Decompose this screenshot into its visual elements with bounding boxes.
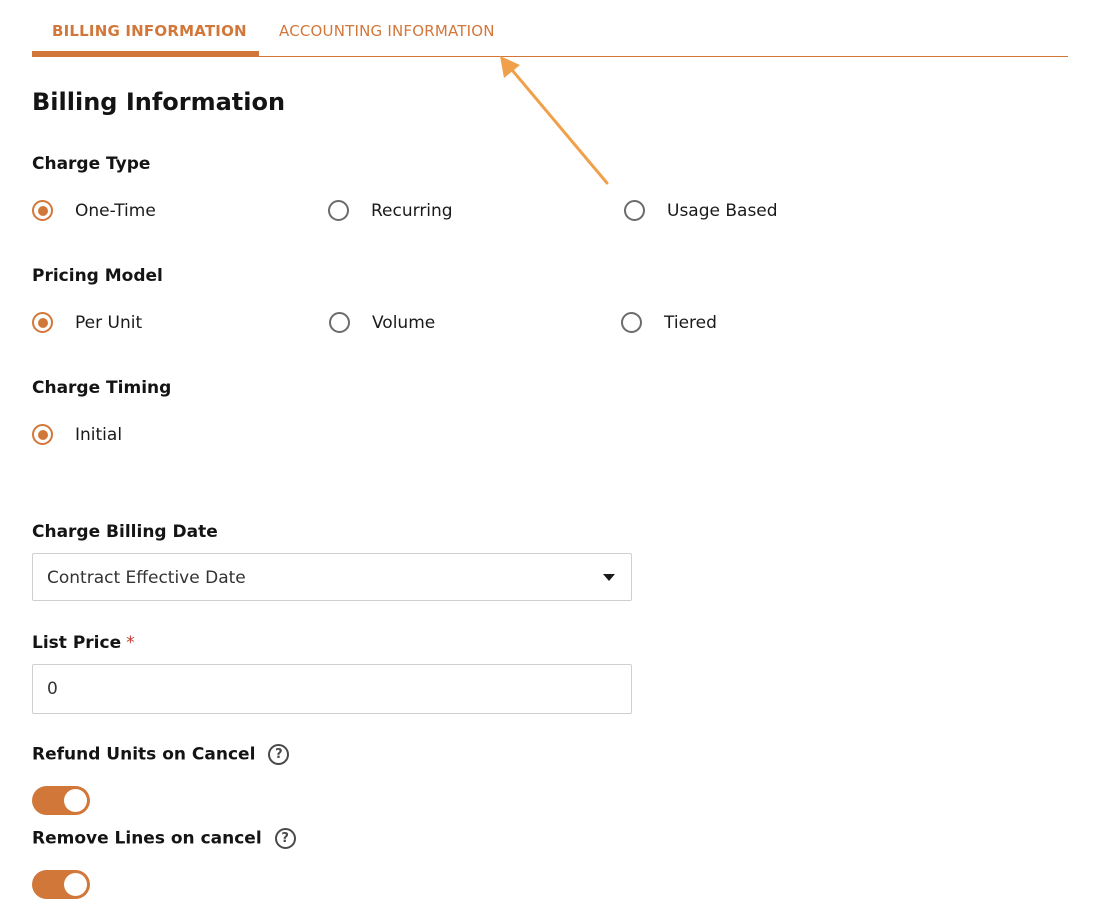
radio-one-time[interactable]: One-Time <box>32 200 156 221</box>
radio-per-unit[interactable]: Per Unit <box>32 312 142 333</box>
radio-usage-based[interactable]: Usage Based <box>624 200 778 221</box>
radio-unselected-icon <box>328 200 349 221</box>
charge-timing-label: Charge Timing <box>32 378 172 398</box>
radio-unselected-icon <box>624 200 645 221</box>
tab-bar: BILLING INFORMATION ACCOUNTING INFORMATI… <box>32 0 1068 57</box>
remove-lines-toggle[interactable] <box>32 870 90 899</box>
radio-selected-icon <box>32 312 53 333</box>
charge-billing-date-label: Charge Billing Date <box>32 522 218 542</box>
radio-label: One-Time <box>75 200 156 221</box>
radio-initial[interactable]: Initial <box>32 424 122 445</box>
radio-volume[interactable]: Volume <box>329 312 435 333</box>
annotation-arrow-icon <box>500 56 609 185</box>
help-icon[interactable]: ? <box>268 744 290 765</box>
list-price-label: List Price * <box>32 633 135 653</box>
radio-unselected-icon <box>329 312 350 333</box>
tab-accounting-information[interactable]: ACCOUNTING INFORMATION <box>279 22 495 40</box>
caret-down-icon <box>603 574 615 581</box>
radio-tiered[interactable]: Tiered <box>621 312 717 333</box>
remove-lines-label: Remove Lines on cancel? <box>32 828 296 849</box>
radio-label: Usage Based <box>667 200 778 221</box>
radio-unselected-icon <box>621 312 642 333</box>
pricing-model-label: Pricing Model <box>32 266 163 286</box>
charge-type-label: Charge Type <box>32 154 151 174</box>
radio-label: Volume <box>372 312 436 333</box>
active-tab-indicator <box>32 51 259 56</box>
radio-label: Per Unit <box>75 312 143 333</box>
required-marker: * <box>126 633 135 653</box>
radio-label: Initial <box>75 424 123 445</box>
help-icon[interactable]: ? <box>274 828 296 849</box>
radio-recurring[interactable]: Recurring <box>328 200 453 221</box>
refund-units-toggle[interactable] <box>32 786 90 815</box>
page-title: Billing Information <box>32 88 286 116</box>
remove-lines-label-text: Remove Lines on cancel <box>32 828 262 849</box>
toggle-knob <box>64 873 87 896</box>
refund-units-label: Refund Units on Cancel? <box>32 744 290 765</box>
charge-billing-date-select[interactable]: Contract Effective Date <box>32 553 632 601</box>
radio-selected-icon <box>32 200 53 221</box>
tab-billing-information[interactable]: BILLING INFORMATION <box>52 22 247 40</box>
list-price-input[interactable] <box>32 664 632 714</box>
list-price-label-text: List Price <box>32 633 122 653</box>
toggle-knob <box>64 789 87 812</box>
radio-label: Tiered <box>664 312 717 333</box>
select-value: Contract Effective Date <box>47 568 246 588</box>
radio-selected-icon <box>32 424 53 445</box>
refund-units-label-text: Refund Units on Cancel <box>32 744 256 765</box>
radio-label: Recurring <box>371 200 453 221</box>
